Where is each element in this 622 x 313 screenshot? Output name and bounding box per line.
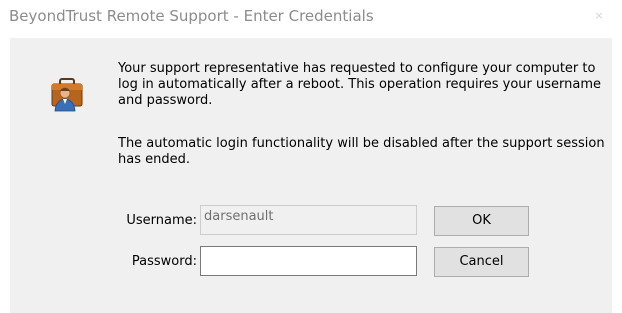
user-briefcase-icon: [51, 78, 83, 112]
message-paragraph-1: Your support representative has requeste…: [118, 61, 601, 108]
username-field[interactable]: [200, 205, 417, 235]
dialog-body: Your support representative has requeste…: [10, 38, 612, 313]
title-bar[interactable]: BeyondTrust Remote Support - Enter Crede…: [0, 0, 622, 36]
message-paragraph-2: The automatic login functionality will b…: [118, 136, 605, 167]
window-title: BeyondTrust Remote Support - Enter Crede…: [9, 7, 374, 25]
close-icon: ×: [594, 9, 604, 22]
password-field[interactable]: [200, 246, 417, 276]
close-button[interactable]: ×: [576, 0, 622, 32]
cancel-button[interactable]: Cancel: [434, 247, 529, 277]
password-label: Password:: [131, 254, 197, 269]
ok-button[interactable]: OK: [434, 206, 529, 236]
credentials-dialog: BeyondTrust Remote Support - Enter Crede…: [0, 0, 622, 313]
username-label: Username:: [126, 213, 197, 228]
